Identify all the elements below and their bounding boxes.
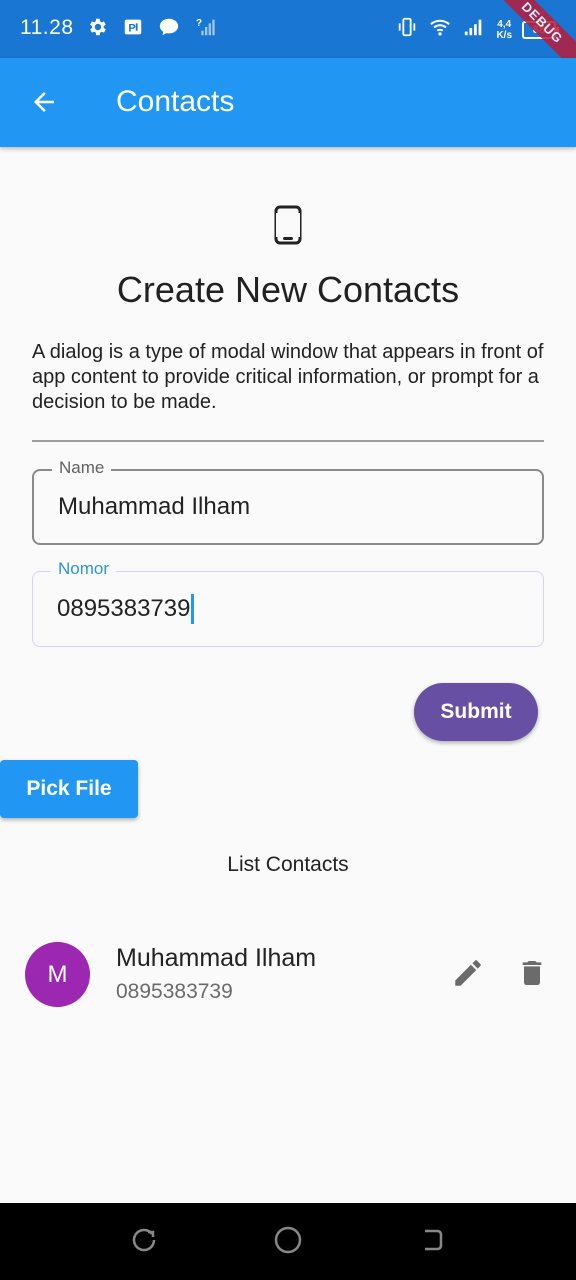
app-bar: Contacts [0, 58, 576, 147]
status-bar: 11.28 P ? 4,4 K/s 88 DEBUG [0, 0, 576, 58]
wifi-icon [428, 16, 452, 43]
app-bar-title: Contacts [116, 85, 235, 118]
recents-button[interactable] [127, 1225, 161, 1259]
svg-text:P: P [128, 23, 135, 35]
no-signal-icon: ? [194, 16, 216, 43]
pick-file-button[interactable]: Pick File [0, 760, 138, 818]
nomor-field-label: Nomor [51, 559, 117, 579]
chat-bubble-icon [158, 16, 180, 43]
divider [32, 440, 544, 442]
home-button[interactable] [271, 1225, 305, 1259]
status-time: 11.28 [20, 16, 74, 39]
nomor-field-value[interactable]: 0895383739 [57, 594, 195, 624]
submit-button[interactable]: Submit [414, 683, 538, 741]
netspeed-value: 4,4 [497, 18, 512, 30]
name-field-label: Name [52, 458, 112, 478]
status-left-icons: P ? [86, 16, 216, 43]
name-field[interactable]: Name Muhammad Ilham [32, 458, 544, 545]
name-field-value[interactable]: Muhammad Ilham [58, 493, 250, 521]
text-cursor [191, 594, 195, 624]
home-circle-icon [273, 1225, 303, 1260]
gear-icon [86, 16, 108, 43]
avatar-initial: M [47, 960, 68, 988]
vibrate-icon [396, 16, 418, 43]
netspeed: 4,4 K/s [496, 19, 512, 41]
list-contacts-title: List Contacts [227, 853, 349, 876]
p-badge-icon: P [122, 16, 144, 43]
avatar: M [25, 942, 90, 1007]
recents-icon [130, 1226, 158, 1259]
form-description: A dialog is a type of modal window that … [32, 341, 544, 413]
nomor-input-text: 0895383739 [57, 595, 191, 622]
back-nav-icon [417, 1226, 445, 1259]
svg-text:?: ? [196, 18, 202, 29]
trash-icon [516, 956, 548, 995]
netspeed-unit: K/s [496, 29, 512, 41]
list-item[interactable]: M Muhammad Ilham 0895383739 [0, 927, 576, 1023]
edit-button[interactable] [446, 953, 490, 997]
contact-phone: 0895383739 [116, 980, 233, 1003]
delete-button[interactable] [510, 953, 554, 997]
create-contact-title: Create New Contacts [116, 269, 460, 310]
nomor-field[interactable]: Nomor 0895383739 [32, 559, 544, 647]
system-nav-bar [0, 1203, 576, 1280]
name-input-text: Muhammad Ilham [58, 493, 251, 520]
pencil-icon [451, 956, 485, 995]
signal-icon [462, 16, 486, 43]
contact-name: Muhammad Ilham [116, 944, 317, 972]
back-nav-button[interactable] [414, 1225, 448, 1259]
arrow-back-icon [29, 87, 59, 122]
back-button[interactable] [22, 82, 66, 126]
smartphone-icon [272, 205, 304, 250]
